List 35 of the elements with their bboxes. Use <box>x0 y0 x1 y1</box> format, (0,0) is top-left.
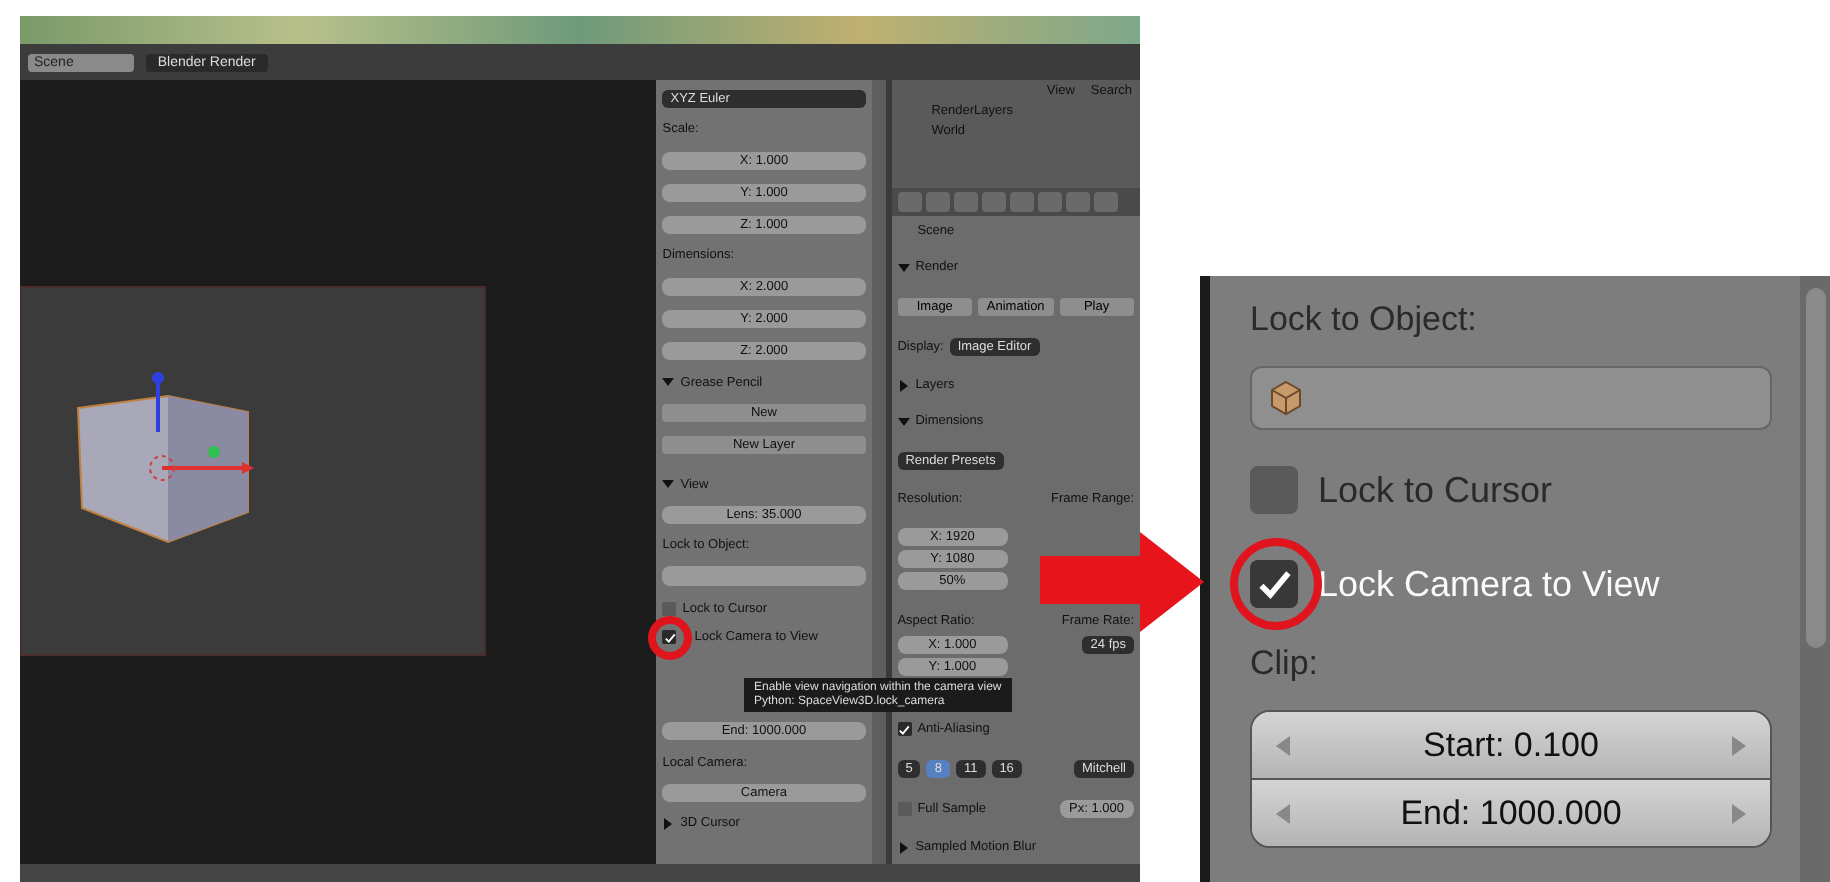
increment-arrow-icon[interactable] <box>1729 803 1746 823</box>
checkbox[interactable] <box>1250 560 1298 608</box>
collapsed-triangle-icon[interactable] <box>897 379 910 392</box>
increment-arrow-icon[interactable] <box>1729 735 1746 755</box>
expanded-triangle-icon[interactable] <box>662 478 675 491</box>
scrollbar[interactable] <box>1805 288 1825 648</box>
tab-icon[interactable] <box>1093 192 1118 212</box>
number-field[interactable]: Start: 0.100 <box>1252 712 1770 778</box>
checkbox[interactable] <box>897 722 912 737</box>
checkbox[interactable] <box>662 601 677 616</box>
checkbox-label: Lock Camera to View <box>1318 563 1660 605</box>
tab-icon[interactable] <box>925 192 950 212</box>
field-label: Clip: <box>1250 644 1321 684</box>
collapsed-triangle-icon[interactable] <box>897 841 910 854</box>
object-field[interactable] <box>662 566 866 587</box>
object-field[interactable] <box>1250 366 1772 430</box>
highlight-circle <box>648 616 693 661</box>
decrement-arrow-icon[interactable] <box>1276 803 1292 823</box>
tab-icon[interactable] <box>953 192 978 212</box>
tab-icon[interactable] <box>1065 192 1090 212</box>
cube-icon <box>1268 380 1304 416</box>
tab-icon[interactable] <box>897 192 922 212</box>
tab-icon[interactable] <box>981 192 1006 212</box>
expanded-triangle-icon[interactable] <box>662 376 675 389</box>
expanded-triangle-icon[interactable] <box>897 261 910 274</box>
decrement-arrow-icon[interactable] <box>1276 735 1292 755</box>
checkbox-label: Lock to Cursor <box>1318 469 1553 511</box>
tab-icon[interactable] <box>1037 192 1062 212</box>
expanded-triangle-icon[interactable] <box>897 415 910 428</box>
tab-icon[interactable] <box>1009 192 1034 212</box>
collapsed-triangle-icon[interactable] <box>662 817 675 830</box>
number-field[interactable]: End: 1000.000 <box>1252 778 1770 846</box>
checkbox[interactable] <box>662 630 677 645</box>
field-label: Lock to Object: <box>1250 300 1479 340</box>
checkbox[interactable] <box>1250 466 1298 514</box>
